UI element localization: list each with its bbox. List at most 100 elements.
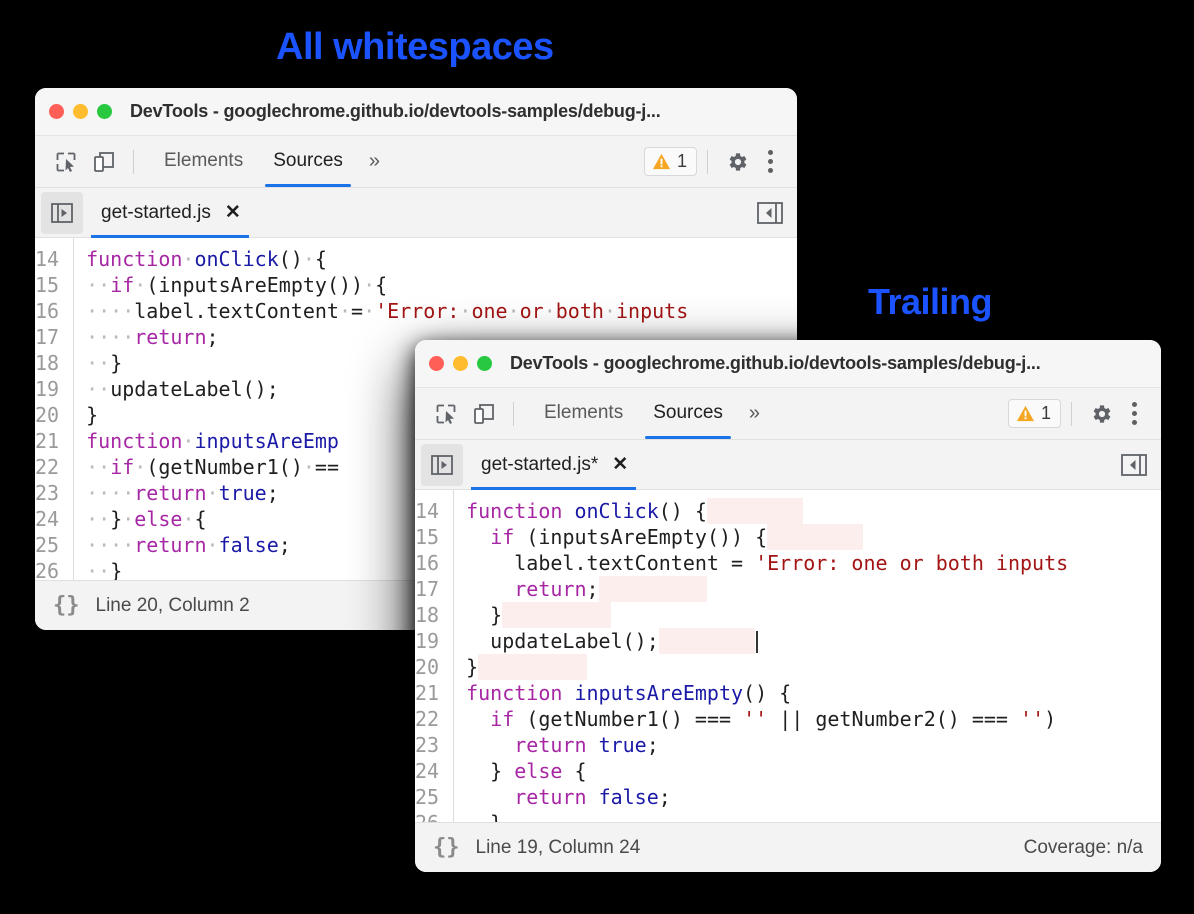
minimize-window-button[interactable] [453,356,468,371]
traffic-lights[interactable] [49,104,112,119]
close-icon[interactable]: ✕ [225,201,241,224]
source-code-editor[interactable]: 14151617181920212223242526 function onCl… [415,490,1161,822]
code-line[interactable]: updateLabel(); [466,628,1161,654]
devtools-window-trailing[interactable]: DevTools - googlechrome.github.io/devtoo… [415,340,1161,872]
code-token: 'Error: [375,299,459,323]
warning-badge[interactable]: 1 [1008,399,1061,428]
show-debugger-icon[interactable] [1121,453,1147,477]
code-token: (getNumber1() === [514,707,743,731]
code-token [466,525,490,549]
traffic-lights[interactable] [429,356,492,371]
code-token: · [339,299,351,323]
trailing-whitespace-marker [707,498,803,524]
code-token: if [110,273,134,297]
code-line[interactable]: } [466,654,1161,680]
zoom-window-button[interactable] [97,104,112,119]
device-toolbar-icon[interactable] [465,395,503,433]
code-token: '' [743,707,767,731]
code-line[interactable]: function·onClick()·{ [86,246,797,272]
more-panels-chevron-icon[interactable]: » [739,398,770,429]
line-number: 22 [415,706,453,732]
inspect-element-icon[interactable] [427,395,465,433]
text-caret [756,631,758,653]
code-token: if [490,525,514,549]
format-pretty-print-icon[interactable]: {} [53,593,80,618]
code-token: if [110,455,134,479]
devtools-main-toolbar: Elements Sources » 1 [415,388,1161,440]
tab-sources[interactable]: Sources [259,144,357,180]
code-token: || getNumber2() === [767,707,1020,731]
more-options-icon[interactable] [1120,402,1149,425]
show-debugger-icon[interactable] [757,201,783,225]
tab-sources[interactable]: Sources [639,396,737,432]
gear-icon[interactable] [718,143,756,181]
code-line[interactable]: if (inputsAreEmpty()) { [466,524,1161,550]
toolbar-divider-2 [1071,402,1072,426]
line-number: 23 [35,480,73,506]
code-line[interactable]: label.textContent = 'Error: one or both … [466,550,1161,576]
code-token: true [219,481,267,505]
warning-triangle-icon [1016,404,1035,423]
code-token: { [315,247,327,271]
code-line[interactable]: return false; [466,784,1161,810]
devtools-panel-tabs[interactable]: Elements Sources » [530,396,770,432]
code-token: (getNumber1() [146,455,303,479]
close-icon[interactable]: ✕ [612,453,628,476]
code-line[interactable]: } else { [466,758,1161,784]
inspect-element-icon[interactable] [47,143,85,181]
more-options-icon[interactable] [756,150,785,173]
line-number: 14 [35,246,73,272]
code-token: one [471,299,507,323]
line-number: 24 [415,758,453,784]
code-line[interactable]: } [466,602,1161,628]
file-tab-get-started[interactable]: get-started.js* ✕ [463,440,644,489]
code-token: () { [743,681,791,705]
device-toolbar-icon[interactable] [85,143,123,181]
tab-elements[interactable]: Elements [530,396,637,432]
code-token: ·· [86,273,110,297]
code-token: return [514,785,586,809]
code-token: } [86,403,98,427]
code-line[interactable]: return; [466,576,1161,602]
line-number: 16 [35,298,73,324]
code-token [562,681,574,705]
code-token [466,785,514,809]
code-token: · [134,273,146,297]
line-number: 20 [415,654,453,680]
gear-icon[interactable] [1082,395,1120,433]
source-file-tabbar: get-started.js* ✕ [415,440,1161,490]
code-token: } [466,759,514,783]
code-line[interactable]: function inputsAreEmpty() { [466,680,1161,706]
code-token [466,733,514,757]
code-line[interactable]: return true; [466,732,1161,758]
zoom-window-button[interactable] [477,356,492,371]
window-titlebar: DevTools - googlechrome.github.io/devtoo… [35,88,797,136]
show-navigator-icon[interactable] [421,444,463,486]
warning-badge[interactable]: 1 [644,147,697,176]
close-window-button[interactable] [429,356,444,371]
code-token: ·· [86,377,110,401]
file-tab-get-started[interactable]: get-started.js ✕ [83,188,257,237]
code-line[interactable]: function onClick() { [466,498,1161,524]
code-token: or [520,299,544,323]
code-token: '' [1020,707,1044,731]
tab-elements[interactable]: Elements [150,144,257,180]
toolbar-divider-2 [707,150,708,174]
code-token: onClick [574,499,658,523]
warning-count: 1 [1041,403,1051,424]
devtools-panel-tabs[interactable]: Elements Sources » [150,144,390,180]
code-token: ; [267,481,279,505]
minimize-window-button[interactable] [73,104,88,119]
code-content[interactable]: function onClick() { if (inputsAreEmpty(… [454,490,1161,822]
show-navigator-icon[interactable] [41,192,83,234]
code-line[interactable]: } [466,810,1161,822]
code-token [587,733,599,757]
format-pretty-print-icon[interactable]: {} [433,835,460,860]
close-window-button[interactable] [49,104,64,119]
code-line[interactable]: if (getNumber1() === '' || getNumber2() … [466,706,1161,732]
code-line[interactable]: ··if·(inputsAreEmpty())·{ [86,272,797,298]
code-line[interactable]: ····label.textContent·=·'Error:·one·or·b… [86,298,797,324]
code-token: () { [659,499,707,523]
code-token: onClick [194,247,278,271]
more-panels-chevron-icon[interactable]: » [359,146,390,177]
